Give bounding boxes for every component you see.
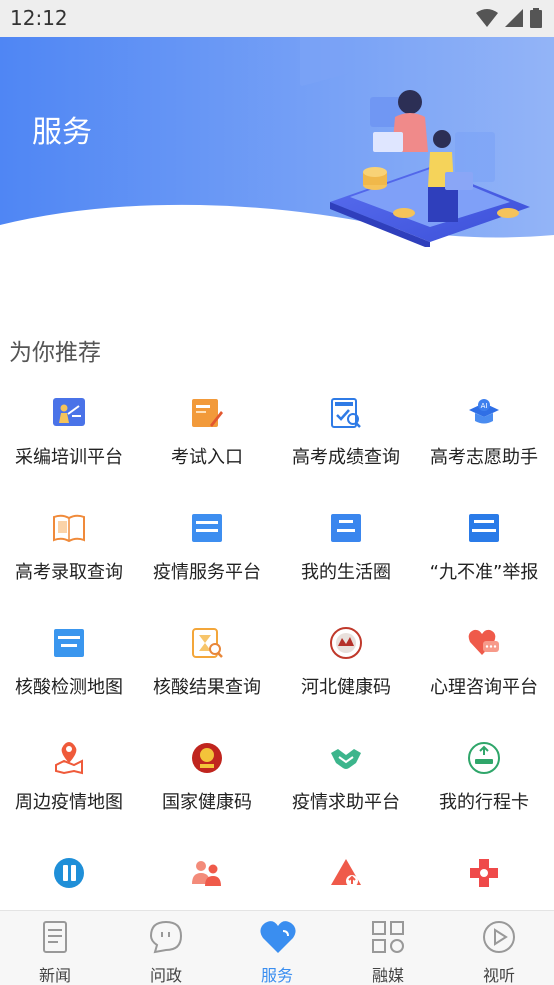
score-query-icon <box>328 395 364 431</box>
warning-icon <box>328 855 364 891</box>
service-item[interactable]: 高考成绩查询 <box>277 385 415 500</box>
service-item[interactable]: 考试入口 <box>138 385 276 500</box>
people-icon <box>189 855 225 891</box>
service-label: 疫情服务平台 <box>153 562 261 583</box>
service-label: 核酸结果查询 <box>153 677 261 698</box>
service-label: 国家健康码 <box>162 792 252 813</box>
location-map-icon <box>51 740 87 776</box>
battery-icon <box>530 8 542 28</box>
result-query-icon <box>189 625 225 661</box>
itinerary-card-icon <box>466 740 502 776</box>
service-item[interactable]: 核酸结果查询 <box>138 615 276 730</box>
service-label: 心理咨询平台 <box>430 677 538 698</box>
tab-label: 服务 <box>260 966 293 985</box>
service-item[interactable]: 周边疫情地图 <box>0 730 138 845</box>
service-item[interactable]: 国家健康码 <box>138 730 276 845</box>
tab-label: 问政 <box>149 966 182 985</box>
service-label: 核酸检测地图 <box>15 677 123 698</box>
status-time: 12:12 <box>10 6 68 30</box>
chat-bubble-icon <box>148 919 184 955</box>
service-label: 疫情求助平台 <box>292 792 400 813</box>
service-item[interactable]: 高考录取查询 <box>0 500 138 615</box>
page-title: 服务 <box>32 115 92 150</box>
handshake-icon <box>328 740 364 776</box>
service-item[interactable] <box>415 845 553 910</box>
service-label: 周边疫情地图 <box>15 792 123 813</box>
heart-chat-icon <box>466 625 502 661</box>
hebei-health-code-icon <box>328 625 364 661</box>
national-emblem-icon <box>189 740 225 776</box>
vaccine-icon <box>51 855 87 891</box>
service-item[interactable] <box>0 845 138 910</box>
status-bar: 12:12 <box>0 0 554 37</box>
life-circle-icon <box>328 510 364 546</box>
service-label: 采编培训平台 <box>15 447 123 468</box>
service-item[interactable]: 核酸检测地图 <box>0 615 138 730</box>
tab-media[interactable]: 融媒 <box>333 911 443 985</box>
tab-inquiry[interactable]: 问政 <box>111 911 221 985</box>
grid-icon <box>370 919 406 955</box>
service-label: 高考成绩查询 <box>292 447 400 468</box>
service-item[interactable] <box>138 845 276 910</box>
tab-video[interactable]: 视听 <box>444 911 554 985</box>
tab-label: 视听 <box>482 966 515 985</box>
service-label: 我的生活圈 <box>301 562 391 583</box>
services-grid: 采编培训平台 考试入口 高考成绩查询 AI 高考志愿助手 高考录取查询 疫情服务… <box>0 385 554 910</box>
svg-text:AI: AI <box>481 402 488 410</box>
heart-icon <box>259 919 296 955</box>
service-item[interactable]: 心理咨询平台 <box>415 615 553 730</box>
service-item[interactable]: AI 高考志愿助手 <box>415 385 553 500</box>
service-label: “九不准”举报 <box>429 562 539 583</box>
service-item[interactable]: 疫情服务平台 <box>138 500 276 615</box>
test-map-icon <box>51 625 87 661</box>
service-label: 高考录取查询 <box>15 562 123 583</box>
bottom-tab-bar: 新闻 问政 服务 融媒 视听 <box>0 910 554 985</box>
training-icon <box>51 395 87 431</box>
service-item[interactable]: 河北健康码 <box>277 615 415 730</box>
tab-services[interactable]: 服务 <box>222 911 332 985</box>
tab-label: 新闻 <box>38 966 71 985</box>
service-item[interactable] <box>277 845 415 910</box>
service-item[interactable]: 疫情求助平台 <box>277 730 415 845</box>
exam-icon <box>189 395 225 431</box>
ai-cap-icon: AI <box>466 395 502 431</box>
play-icon <box>481 919 517 955</box>
signal-icon <box>505 9 523 27</box>
tab-news[interactable]: 新闻 <box>0 911 110 985</box>
service-label: 河北健康码 <box>301 677 391 698</box>
service-item[interactable]: 我的行程卡 <box>415 730 553 845</box>
service-label: 考试入口 <box>171 447 243 468</box>
report-icon <box>466 510 502 546</box>
admission-book-icon <box>51 510 87 546</box>
news-icon <box>37 919 73 955</box>
tab-label: 融媒 <box>371 966 404 985</box>
epidemic-service-icon <box>189 510 225 546</box>
service-label: 我的行程卡 <box>439 792 529 813</box>
service-item[interactable]: 采编培训平台 <box>0 385 138 500</box>
service-label: 高考志愿助手 <box>430 447 538 468</box>
services-banner: 服务 <box>0 37 554 247</box>
service-item[interactable]: “九不准”举报 <box>415 500 553 615</box>
medical-cross-icon <box>466 855 502 891</box>
section-title-recommended: 为你推荐 <box>9 340 101 366</box>
service-item[interactable]: 我的生活圈 <box>277 500 415 615</box>
wifi-icon <box>476 9 498 27</box>
